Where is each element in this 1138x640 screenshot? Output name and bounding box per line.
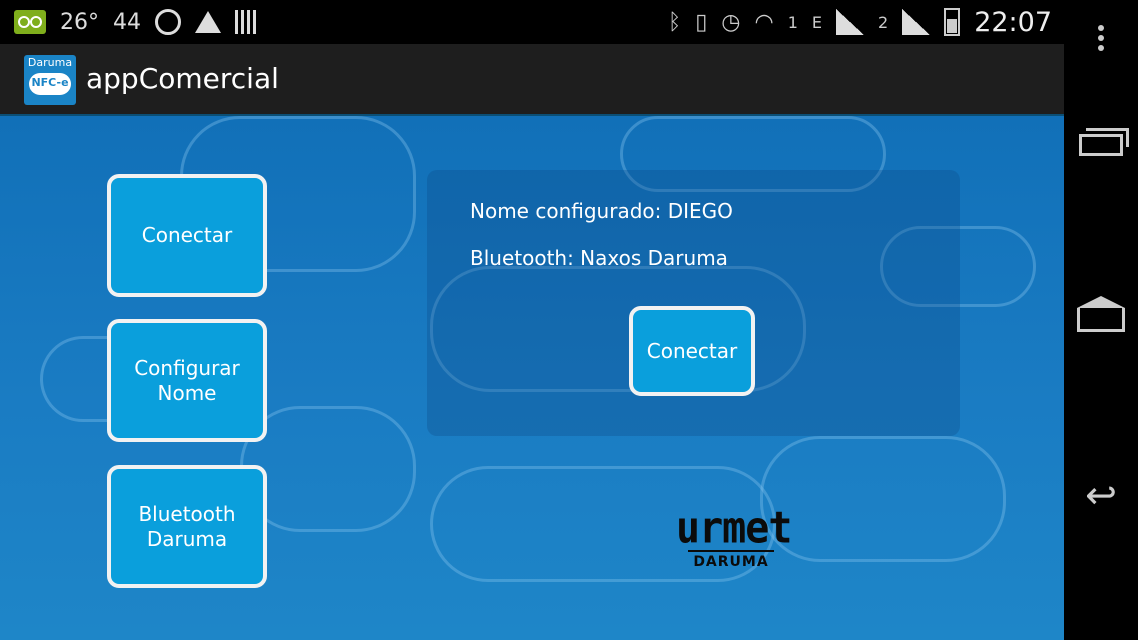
status-left: 26° 44 bbox=[14, 6, 257, 38]
triangle-app-icon bbox=[195, 11, 221, 33]
signal-2-icon bbox=[902, 9, 931, 35]
overflow-menu-icon[interactable] bbox=[1064, 18, 1138, 58]
app-icon-badge: NFC-e bbox=[31, 76, 69, 89]
network-1-label: 1 bbox=[787, 12, 798, 32]
home-icon[interactable] bbox=[1064, 295, 1138, 345]
voicemail-icon bbox=[14, 10, 46, 34]
notification-number: 44 bbox=[113, 9, 141, 35]
bluetooth-device-text: Bluetooth: Naxos Daruma bbox=[470, 246, 728, 270]
urmet-daruma-logo: urmet DARUMA bbox=[676, 502, 792, 570]
wifi-icon: ◠ bbox=[754, 9, 774, 35]
battery-icon bbox=[944, 8, 961, 36]
recents-icon[interactable] bbox=[1064, 120, 1138, 170]
status-bar: 26° 44 ᛒ ▯ ◷ ◠ 1 E 2 22:07 bbox=[0, 0, 1064, 44]
app-icon[interactable]: Daruma NFC-e bbox=[24, 55, 76, 105]
clock: 22:07 bbox=[974, 6, 1052, 38]
configured-name-text: Nome configurado: DIEGO bbox=[470, 199, 733, 223]
temperature: 26° bbox=[60, 9, 99, 35]
bluetooth-icon: ᛒ bbox=[667, 9, 682, 35]
main-content: Conectar Configurar Nome Bluetooth Darum… bbox=[0, 116, 1064, 640]
app-icon-label: Daruma bbox=[27, 56, 73, 69]
vibrate-icon: ▯ bbox=[695, 9, 708, 35]
app-title: appComercial bbox=[86, 62, 279, 95]
configure-name-button[interactable]: Configurar Nome bbox=[107, 319, 267, 442]
logo-sub-text: DARUMA bbox=[693, 554, 769, 570]
connect-menu-button[interactable]: Conectar bbox=[107, 174, 267, 297]
bluetooth-daruma-button[interactable]: Bluetooth Daruma bbox=[107, 465, 267, 588]
action-bar: Daruma NFC-e appComercial bbox=[0, 44, 1064, 116]
signal-icon bbox=[836, 9, 864, 35]
info-panel: Nome configurado: DIEGO Bluetooth: Naxos… bbox=[427, 170, 960, 436]
connect-button[interactable]: Conectar bbox=[629, 306, 755, 396]
network-type-label: E bbox=[811, 12, 822, 32]
alarm-icon: ◷ bbox=[721, 9, 741, 35]
logo-main-text: urmet bbox=[676, 502, 792, 554]
barcode-icon bbox=[235, 10, 257, 34]
navigation-bar: ↩ bbox=[1064, 0, 1138, 640]
cloud-decoration bbox=[760, 436, 1006, 562]
back-icon[interactable]: ↩ bbox=[1064, 470, 1138, 520]
network-2-label: 2 bbox=[878, 12, 889, 32]
whatsapp-icon bbox=[155, 9, 181, 35]
status-right: ᛒ ▯ ◷ ◠ 1 E 2 22:07 bbox=[668, 6, 1052, 38]
